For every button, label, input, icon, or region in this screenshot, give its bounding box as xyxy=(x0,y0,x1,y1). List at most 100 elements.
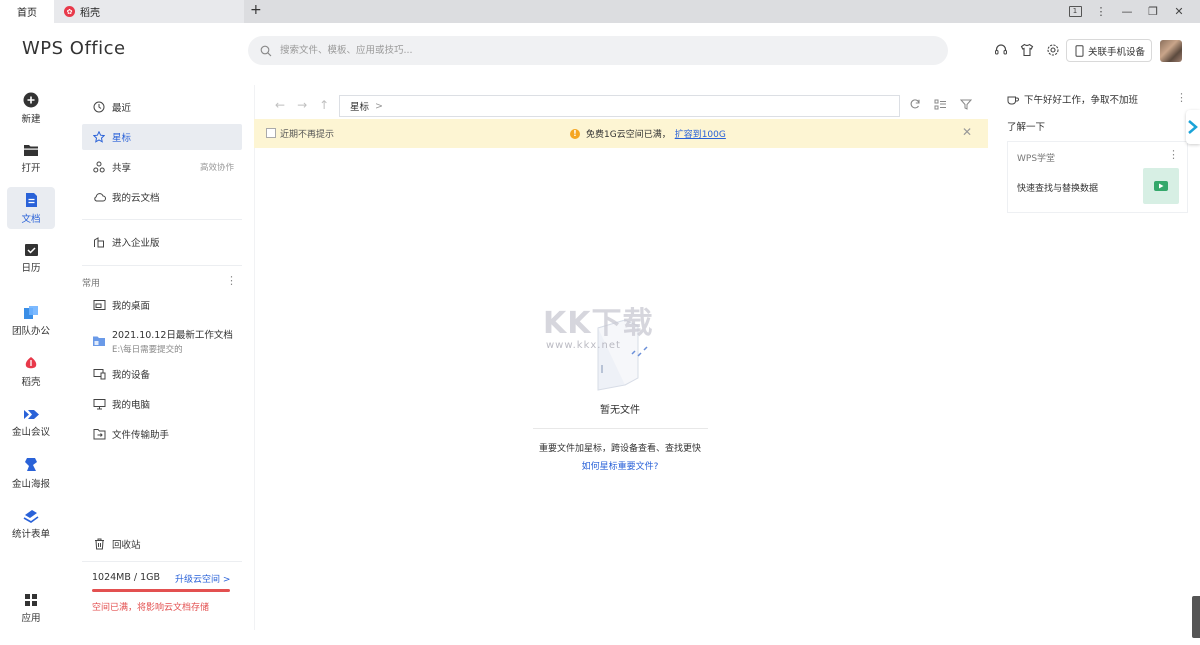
tab-home[interactable]: 首页 xyxy=(0,0,54,23)
settings-gear-icon[interactable] xyxy=(1045,42,1061,58)
greeting: 下午好好工作，争取不加班 xyxy=(1007,92,1138,106)
search-icon xyxy=(260,45,272,56)
filter-icon[interactable] xyxy=(959,99,973,113)
rail-label: 统计表单 xyxy=(11,528,50,540)
rail-item-calendar[interactable]: 日历 xyxy=(7,237,55,279)
user-avatar[interactable] xyxy=(1160,40,1182,62)
rail-item-forms[interactable]: 统计表单 xyxy=(7,503,55,545)
restore-icon[interactable]: ❐ xyxy=(1140,3,1166,19)
transfer-folder-icon xyxy=(92,428,106,440)
sidebar-item-label: 最近 xyxy=(112,103,132,114)
sidebar-divider xyxy=(82,219,242,220)
upgrade-storage-link[interactable]: 升级云空间 > xyxy=(175,572,230,585)
sidebar-item-recent[interactable]: 最近 xyxy=(82,94,242,120)
rail-label: 新建 xyxy=(21,113,41,125)
card-more-icon[interactable]: ⋮ xyxy=(1168,148,1179,161)
sidebar-item-label: 我的云文档 xyxy=(112,193,160,204)
expand-storage-link[interactable]: 扩容到100G xyxy=(675,127,726,140)
common-section-label: 常用 xyxy=(82,279,101,289)
how-to-star-link[interactable]: 如何星标重要文件? xyxy=(0,459,1200,472)
greeting-more-icon[interactable]: ⋮ xyxy=(1176,91,1187,104)
search-bar[interactable] xyxy=(248,36,948,65)
view-tools xyxy=(909,98,973,113)
sidebar-item-desktop[interactable]: 我的桌面 xyxy=(82,292,242,318)
empty-state-title: 暂无文件 xyxy=(600,405,640,416)
path-bar[interactable]: 星标 > xyxy=(339,95,900,117)
enterprise-building-icon xyxy=(92,236,106,248)
sidebar-item-cloud[interactable]: 我的云文档 xyxy=(82,184,242,210)
storage-progress-bar xyxy=(92,589,230,592)
rail-label: 团队办公 xyxy=(11,326,50,337)
sidebar-item-starred[interactable]: 星标 xyxy=(82,124,242,150)
rail-label: 应用 xyxy=(21,612,41,624)
floating-side-tab[interactable] xyxy=(1186,110,1200,144)
sidebar-item-pinned-folder[interactable]: 2021.10.12日最新工作文档 E:\每日需要提交的 xyxy=(82,324,242,358)
refresh-icon[interactable] xyxy=(909,98,921,113)
menu-icon[interactable]: ⋮ xyxy=(1088,3,1114,19)
no-remind-checkbox[interactable] xyxy=(266,128,276,138)
side-meter xyxy=(1192,596,1200,638)
wps-academy-card[interactable]: WPS学堂 ⋮ 快速查找与替换数据 xyxy=(1007,141,1188,213)
search-input[interactable] xyxy=(278,44,882,57)
rail-label: 金山会议 xyxy=(11,427,50,438)
sidebar-item-label: 共享 xyxy=(112,163,132,174)
daoke-logo-icon: ✿ xyxy=(64,6,75,17)
minimize-icon[interactable]: — xyxy=(1114,3,1140,19)
rail-label: 金山海报 xyxy=(11,478,50,490)
add-tab-icon[interactable]: + xyxy=(250,2,262,18)
greeting-text: 下午好好工作，争取不加班 xyxy=(1024,95,1139,106)
banner-text: 免费1G云空间已满， xyxy=(586,130,671,140)
warning-icon: ! xyxy=(570,128,580,139)
rail-label: 文档 xyxy=(21,213,41,225)
forward-arrow-icon[interactable]: → xyxy=(297,98,307,112)
rail-item-documents[interactable]: 文档 xyxy=(7,187,55,229)
link-phone-label: 关联手机设备 xyxy=(1088,46,1146,58)
sidebar-item-shared[interactable]: 共享 高效协作 xyxy=(82,154,242,180)
coffee-cup-icon xyxy=(1007,96,1019,104)
calendar-check-icon xyxy=(24,244,38,256)
watermark-brand: KK下载 xyxy=(543,306,654,341)
list-view-icon[interactable] xyxy=(934,99,947,113)
no-remind-label[interactable]: 近期不再提示 xyxy=(280,127,334,140)
pinned-folder-title: 2021.10.12日最新工作文档 xyxy=(112,330,233,341)
header-icons xyxy=(993,42,1061,58)
page-indicator-icon[interactable]: 1 xyxy=(1062,3,1088,19)
up-arrow-icon[interactable]: ↑ xyxy=(319,98,329,112)
card-text: 快速查找与替换数据 xyxy=(1017,184,1099,194)
rail-item-apps[interactable]: 应用 xyxy=(7,587,55,629)
sidebar-item-enterprise[interactable]: 进入企业版 xyxy=(82,229,242,255)
link-phone-button[interactable]: 关联手机设备 xyxy=(1066,39,1152,62)
sidebar-item-label: 文件传输助手 xyxy=(112,430,170,441)
folder-icon xyxy=(92,335,106,347)
video-thumbnail[interactable] xyxy=(1143,168,1179,204)
window-controls: 1 ⋮ — ❐ ✕ xyxy=(1062,3,1192,19)
rail-label: 稻壳 xyxy=(21,377,41,388)
shared-extra-label: 高效协作 xyxy=(199,163,234,173)
clock-icon xyxy=(92,101,106,113)
sidebar-item-label: 我的桌面 xyxy=(112,301,151,312)
sidebar-item-recycle[interactable]: 回收站 xyxy=(82,531,242,557)
sidebar-item-label: 进入企业版 xyxy=(112,238,160,249)
back-arrow-icon[interactable]: ← xyxy=(275,98,285,112)
sidebar-item-devices[interactable]: 我的设备 xyxy=(82,361,242,387)
plus-circle-icon xyxy=(23,92,39,107)
star-icon xyxy=(92,131,106,143)
rail-item-daoke[interactable]: 稻壳 xyxy=(7,351,55,393)
desktop-folder-icon xyxy=(92,299,106,311)
rail-item-team[interactable]: 团队办公 xyxy=(7,300,55,342)
panel-separator xyxy=(254,85,255,630)
tab-daoke-label: 稻壳 xyxy=(80,8,100,19)
banner-close-icon[interactable]: ✕ xyxy=(962,125,972,139)
sidebar-item-label: 我的设备 xyxy=(112,370,151,381)
rail-item-new[interactable]: 新建 xyxy=(7,87,55,129)
close-window-icon[interactable]: ✕ xyxy=(1166,3,1192,19)
floating-tab-icon xyxy=(1188,120,1198,134)
tab-daoke[interactable]: ✿ 稻壳 xyxy=(54,0,244,23)
headset-icon[interactable] xyxy=(993,42,1009,58)
path-segment[interactable]: 星标 xyxy=(350,99,369,113)
trash-icon xyxy=(92,538,106,550)
common-more-icon[interactable]: ⋮ xyxy=(226,274,237,287)
form-stats-icon xyxy=(23,509,39,523)
skin-shirt-icon[interactable] xyxy=(1019,42,1035,58)
rail-item-open[interactable]: 打开 xyxy=(7,137,55,179)
